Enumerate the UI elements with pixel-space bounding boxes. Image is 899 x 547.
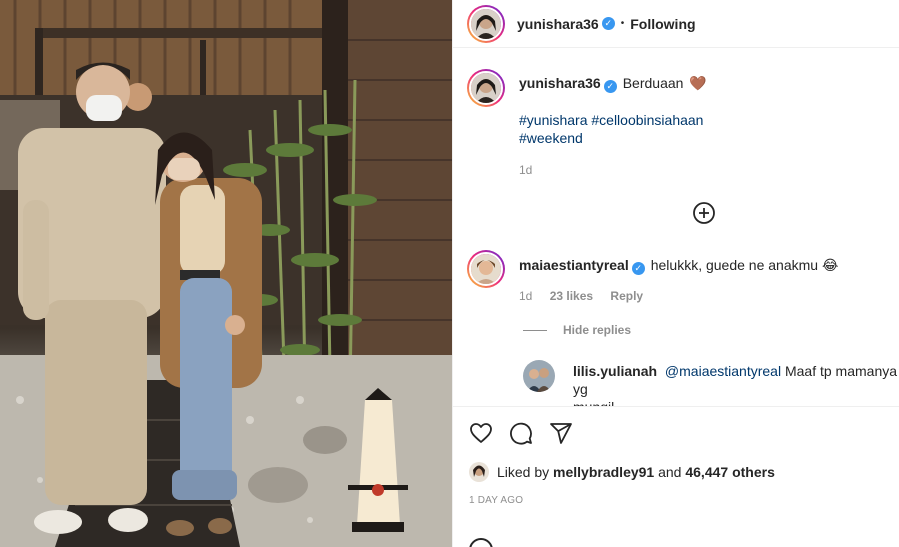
brown-heart-emoji: 🤎 <box>689 75 707 91</box>
laughing-emoji: 😂 <box>821 257 839 273</box>
reply-button[interactable]: Reply <box>610 289 643 303</box>
caption-text: Berduaan <box>622 75 684 91</box>
liked-by-user[interactable]: mellybradley91 <box>553 464 654 480</box>
separator-dot: • <box>620 18 625 29</box>
reply-username[interactable]: lilis.yulianah <box>573 363 657 379</box>
emoji-picker-icon[interactable] <box>469 538 493 547</box>
post-timestamp[interactable]: 1 DAY AGO <box>469 495 523 506</box>
commenter-avatar[interactable] <box>467 250 505 288</box>
comment-text: helukkk, guede ne anakmu <box>650 257 819 273</box>
caption-avatar[interactable] <box>467 69 505 107</box>
author-username[interactable]: yunishara36 <box>517 16 599 32</box>
reply-mention[interactable]: @maiaestiantyreal <box>665 363 781 379</box>
post-photo-illustration <box>0 0 452 547</box>
verified-badge-icon: ✓ <box>631 262 645 275</box>
hide-replies-label: Hide replies <box>563 323 632 337</box>
comments-section: yunishara36 ✓ Berduaan 🤎 #yunishara #cello… <box>453 49 899 406</box>
reply-avatar[interactable] <box>523 360 555 392</box>
caption: yunishara36 ✓ Berduaan 🤎 #yunishara #cello… <box>467 69 707 179</box>
caption-avatar-image <box>471 73 501 103</box>
following-button[interactable]: Following <box>630 16 695 32</box>
reply-text-line-2: mungil. <box>573 398 899 406</box>
author-avatar[interactable] <box>467 4 505 43</box>
share-paper-plane-icon[interactable] <box>549 421 573 445</box>
liked-by-prefix: Liked by <box>497 464 550 480</box>
comment-likes[interactable]: 23 likes <box>550 289 593 303</box>
caption-age: 1d <box>519 163 533 177</box>
like-heart-icon[interactable] <box>469 421 493 445</box>
liker-avatar[interactable] <box>469 462 489 482</box>
liked-by-middle: and <box>658 464 682 480</box>
post-header: yunishara36 ✓ • Following <box>453 0 899 48</box>
caption-username[interactable]: yunishara36 <box>519 75 601 91</box>
likes-summary: Liked by mellybradley91 and 46,447 other… <box>469 462 775 482</box>
commenter-avatar-image <box>471 254 501 284</box>
comment-bubble-icon[interactable] <box>509 421 533 445</box>
hide-replies-line <box>523 329 547 331</box>
post-actions: Liked by mellybradley91 and 46,447 other… <box>453 406 899 547</box>
verified-badge-icon: ✓ <box>603 80 617 93</box>
post-photo[interactable] <box>0 0 452 547</box>
hashtags-line-2[interactable]: #weekend <box>519 129 707 147</box>
load-more-comments-icon[interactable] <box>692 201 716 225</box>
comment-age: 1d <box>519 289 533 303</box>
author-avatar-image <box>471 8 501 39</box>
reply-avatar-image <box>523 360 555 392</box>
hashtags-line-1[interactable]: #yunishara #celloobinsiahaan <box>519 111 707 129</box>
reply: lilis.yulianah @maiaestiantyreal Maaf tp… <box>523 360 899 406</box>
comment: maiaestiantyreal ✓ helukkk, guede ne anakm… <box>467 250 838 305</box>
verified-badge-icon: ✓ <box>601 17 615 30</box>
liked-by-count[interactable]: 46,447 others <box>685 464 775 480</box>
hide-replies-button[interactable]: Hide replies <box>523 323 631 337</box>
post-side-panel: yunishara36 ✓ • Following yunishara36 ✓ … <box>452 0 899 547</box>
commenter-username[interactable]: maiaestiantyreal <box>519 257 629 273</box>
